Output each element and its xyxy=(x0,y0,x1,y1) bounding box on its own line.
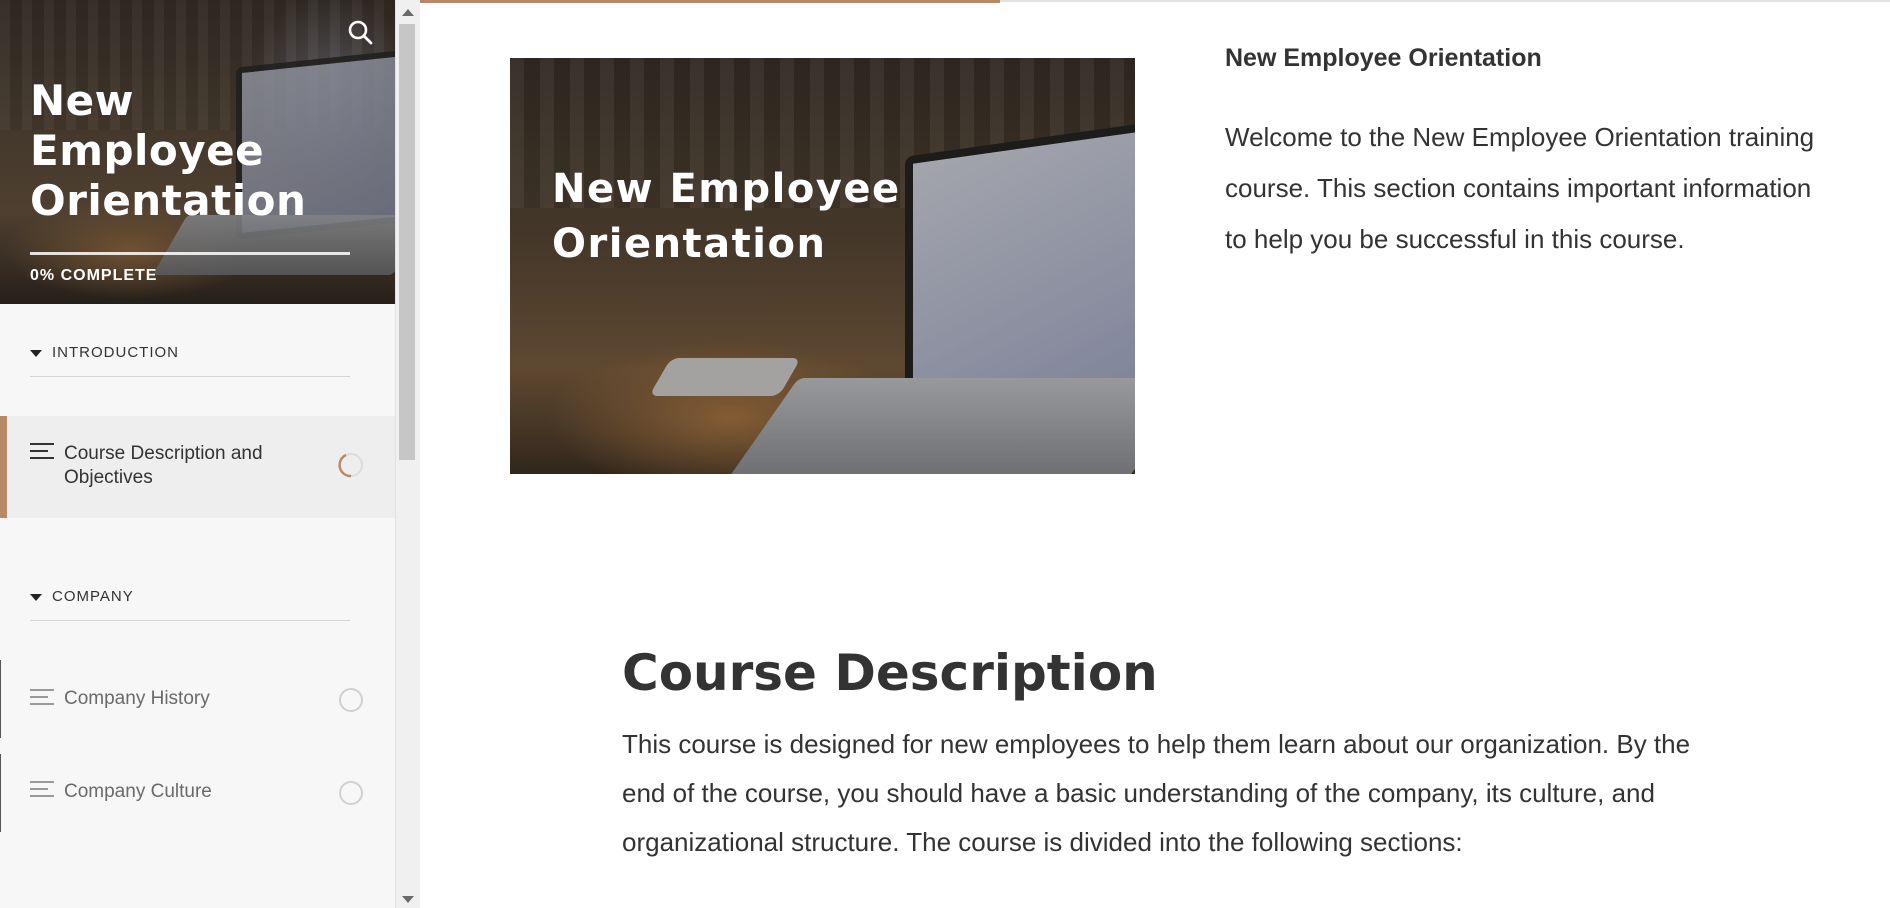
caret-down-icon xyxy=(30,350,42,357)
course-hero-banner: New Employee Orientation 0% COMPLETE xyxy=(0,0,395,304)
section-label: COMPANY xyxy=(52,588,134,605)
active-lesson-indicator xyxy=(0,416,7,518)
intro-heading: New Employee Orientation xyxy=(1225,44,1542,72)
text-lesson-icon xyxy=(30,689,54,710)
search-icon[interactable] xyxy=(346,18,374,46)
lesson-company-history[interactable]: Company History xyxy=(0,660,395,738)
not-started-icon xyxy=(338,780,364,806)
course-description-heading: Course Description xyxy=(622,644,1158,702)
scroll-down-arrow-icon[interactable] xyxy=(402,896,414,903)
text-lesson-icon xyxy=(30,443,54,464)
lesson-company-culture[interactable]: Company Culture xyxy=(0,754,395,832)
lesson-progress-bar xyxy=(420,0,1890,3)
caret-down-icon xyxy=(30,594,42,601)
lesson-title: Course Description and Objectives xyxy=(64,443,263,488)
lesson-title: Company Culture xyxy=(64,781,212,802)
course-cover-image: New Employee Orientation xyxy=(510,58,1135,474)
scroll-up-arrow-icon[interactable] xyxy=(402,9,414,16)
cover-title: New Employee Orientation xyxy=(552,166,901,267)
lesson-title: Company History xyxy=(64,688,210,709)
intro-paragraph: Welcome to the New Employee Orientation … xyxy=(1225,122,1815,254)
section-header-introduction[interactable]: INTRODUCTION xyxy=(30,342,350,377)
course-progress-text: 0% COMPLETE xyxy=(30,267,158,284)
course-title: New Employee Orientation xyxy=(30,76,307,225)
section-header-company[interactable]: COMPANY xyxy=(30,586,350,621)
not-started-icon xyxy=(338,687,364,713)
in-progress-icon xyxy=(338,452,364,478)
section-label: INTRODUCTION xyxy=(52,344,179,361)
lesson-indicator xyxy=(0,660,1,738)
sidebar: New Employee Orientation 0% COMPLETE INT… xyxy=(0,0,395,908)
sidebar-scrollbar[interactable] xyxy=(395,0,420,908)
course-description-paragraph: This course is designed for new employee… xyxy=(622,729,1691,857)
lesson-course-description-and-objectives[interactable]: Course Description and Objectives xyxy=(0,416,395,518)
lesson-progress-fill xyxy=(420,0,1000,3)
scrollbar-thumb[interactable] xyxy=(399,24,415,460)
course-progress-bar xyxy=(30,252,350,255)
lesson-indicator xyxy=(0,754,1,832)
text-lesson-icon xyxy=(30,781,54,802)
